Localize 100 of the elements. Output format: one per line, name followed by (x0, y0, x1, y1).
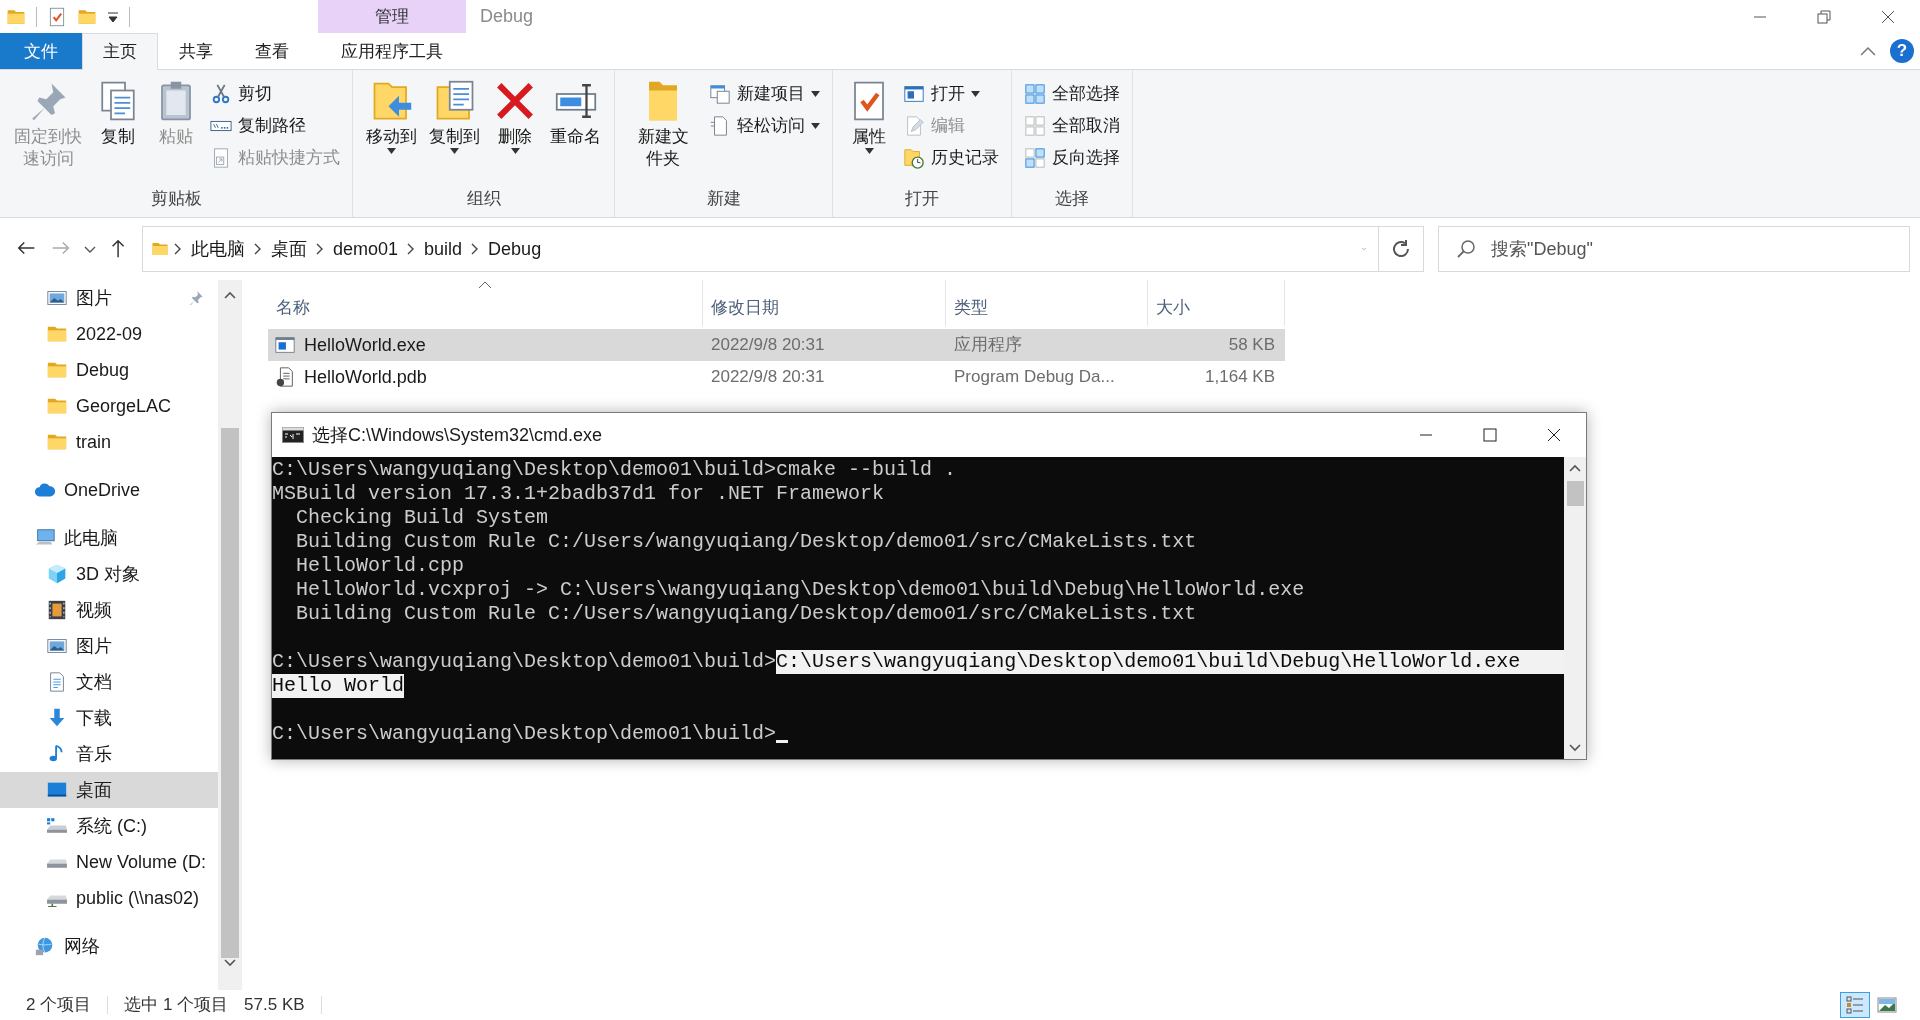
chevron-icon[interactable] (173, 243, 183, 255)
close-icon[interactable] (1880, 8, 1896, 25)
file-row[interactable]: HelloWorld.pdb 2022/9/8 20:31 Program Debug Da... 1,164 KB (268, 361, 1285, 393)
ribbon-tab[interactable]: 查看 (234, 33, 310, 69)
selection-size: 57.5 KB (244, 994, 305, 1017)
table-cell-text: 应用程序 (954, 334, 1022, 357)
breadcrumb[interactable]: 桌面 (267, 235, 311, 263)
nav-item[interactable]: New Volume (D: (0, 844, 218, 880)
ribbon-button[interactable]: 移动到 (361, 76, 422, 183)
item-count: 2 个项目 (26, 994, 92, 1017)
caret-icon (971, 91, 980, 97)
nav-item[interactable]: 图片 (0, 280, 218, 316)
scroll-up-icon[interactable] (1569, 463, 1581, 473)
selected-text: C:\Users\wangyuqiang\Desktop\demo01\build\Debug\HelloWorld.exe (776, 650, 1564, 674)
column-header[interactable]: 类型 (946, 280, 1148, 326)
window-icon (903, 83, 925, 105)
ribbon-button[interactable]: 新建文件夹 (623, 76, 703, 183)
console-text: C:\Users\wangyuqiang\Desktop\demo01\build> (272, 650, 777, 674)
scroll-down-icon[interactable] (1569, 743, 1581, 753)
column-header[interactable]: 修改日期 (703, 280, 946, 326)
nav-item[interactable]: 网络 (0, 928, 218, 964)
table-cell-text: 2022/9/8 20:31 (711, 366, 825, 389)
column-header[interactable]: 名称 (268, 280, 703, 326)
chevron-icon[interactable] (315, 243, 325, 255)
ribbon-button[interactable]: 全部取消 (1020, 110, 1124, 142)
group-label: 组织 (465, 188, 502, 210)
group-label: 打开 (904, 188, 940, 210)
search-field[interactable]: 搜索"Debug" (1438, 226, 1910, 272)
file-name: HelloWorld.exe (304, 333, 426, 357)
nav-item[interactable]: 文档 (0, 664, 218, 700)
breadcrumb[interactable]: 此电脑 (187, 235, 249, 263)
group-label: 剪贴板 (149, 188, 203, 210)
nav-item[interactable]: train (0, 424, 218, 460)
scrollbar-thumb[interactable] (1566, 481, 1584, 506)
view-toggle[interactable] (1840, 992, 1870, 1018)
table-cell-text: 58 KB (1228, 334, 1275, 357)
breadcrumb[interactable]: build (420, 235, 467, 263)
breadcrumb[interactable]: demo01 (329, 235, 403, 263)
ribbon-button[interactable]: 删除 (487, 76, 543, 183)
ribbon-button[interactable]: 复制 (90, 76, 146, 183)
group-label: 新建 (705, 188, 742, 210)
console-text: Building Custom Rule C:/Users/wangyuqiang/Desktop/demo01/src/CMakeLists.txt (295, 602, 1197, 626)
collapse-ribbon-icon[interactable] (1860, 46, 1876, 56)
scroll-down-icon[interactable] (224, 958, 236, 968)
ribbon-button[interactable]: 轻松访问 (705, 110, 824, 142)
nav-item[interactable]: 视频 (0, 592, 218, 628)
pin-icon (188, 290, 204, 306)
folder-icon (151, 240, 169, 258)
ribbon-tab[interactable]: 主页 (82, 33, 158, 70)
scroll-up-icon[interactable] (224, 290, 236, 300)
console-icon (282, 427, 304, 443)
customize-dropdown-icon[interactable] (107, 10, 119, 23)
ribbon-button[interactable]: 复制路径 (206, 110, 344, 142)
console-text: C:\Users\wangyuqiang\Desktop\demo01\build> (272, 722, 777, 746)
nav-item[interactable]: 3D 对象 (0, 556, 218, 592)
selected-text: Hello World (272, 674, 405, 698)
document-icon (274, 366, 296, 388)
ribbon-button[interactable]: 复制到 (424, 76, 485, 183)
nav-item[interactable]: 下载 (0, 700, 218, 736)
nav-item[interactable]: public (\\nas02) (0, 880, 218, 916)
ribbon-tab[interactable]: 文件 (0, 33, 82, 69)
scrollbar-thumb[interactable] (221, 428, 239, 958)
caret-icon (864, 148, 874, 155)
nav-item[interactable]: OneDrive (0, 472, 218, 508)
console-text: MSBuild version 17.3.1+2badb37d1 for .NET Framework (272, 482, 885, 506)
nav-item[interactable]: 此电脑 (0, 520, 218, 556)
film-icon (46, 599, 68, 621)
ribbon-button[interactable]: 反向选择 (1020, 142, 1124, 174)
caret-icon (510, 148, 520, 155)
refresh-icon[interactable] (1391, 239, 1411, 259)
ribbon-button[interactable]: 剪切 (206, 78, 344, 110)
nav-item[interactable]: Debug (0, 352, 218, 388)
ribbon-button[interactable]: 新建项目 (705, 78, 824, 110)
nav-item[interactable]: 图片 (0, 628, 218, 664)
grid-icon (1024, 147, 1046, 169)
maximize-icon[interactable] (1482, 427, 1498, 443)
ribbon-button[interactable]: 全部选择 (1020, 78, 1124, 110)
ribbon-button[interactable]: 属性 (841, 76, 897, 183)
nav-item[interactable]: GeorgeLAC (0, 388, 218, 424)
console-text: HelloWorld.cpp (295, 554, 465, 578)
ribbon-button[interactable]: 重命名 (545, 76, 606, 183)
ribbon-tab[interactable]: 共享 (158, 33, 234, 69)
help-button[interactable]: ? (1890, 39, 1914, 63)
chevron-icon[interactable] (253, 243, 263, 255)
nav-item[interactable]: 桌面 (0, 772, 218, 808)
nav-item[interactable]: 音乐 (0, 736, 218, 772)
drive-icon (46, 817, 68, 835)
checklist-icon[interactable] (47, 6, 67, 27)
breadcrumb[interactable]: Debug (484, 235, 546, 263)
nav-item[interactable]: 系统 (C:) (0, 808, 218, 844)
ribbon-tab[interactable]: 应用程序工具 (318, 33, 466, 69)
group-label: 选择 (1054, 188, 1090, 210)
caret-icon (811, 91, 820, 97)
close-icon[interactable] (1546, 427, 1562, 443)
file-row[interactable]: HelloWorld.exe 2022/9/8 20:31 应用程序 58 KB (268, 329, 1285, 361)
ribbon-button[interactable]: 历史记录 (899, 142, 1003, 174)
restore-icon[interactable] (1816, 8, 1832, 25)
nav-item[interactable]: 2022-09 (0, 316, 218, 352)
column-header[interactable]: 大小 (1148, 280, 1285, 326)
ribbon-button[interactable]: 打开 (899, 78, 1003, 110)
